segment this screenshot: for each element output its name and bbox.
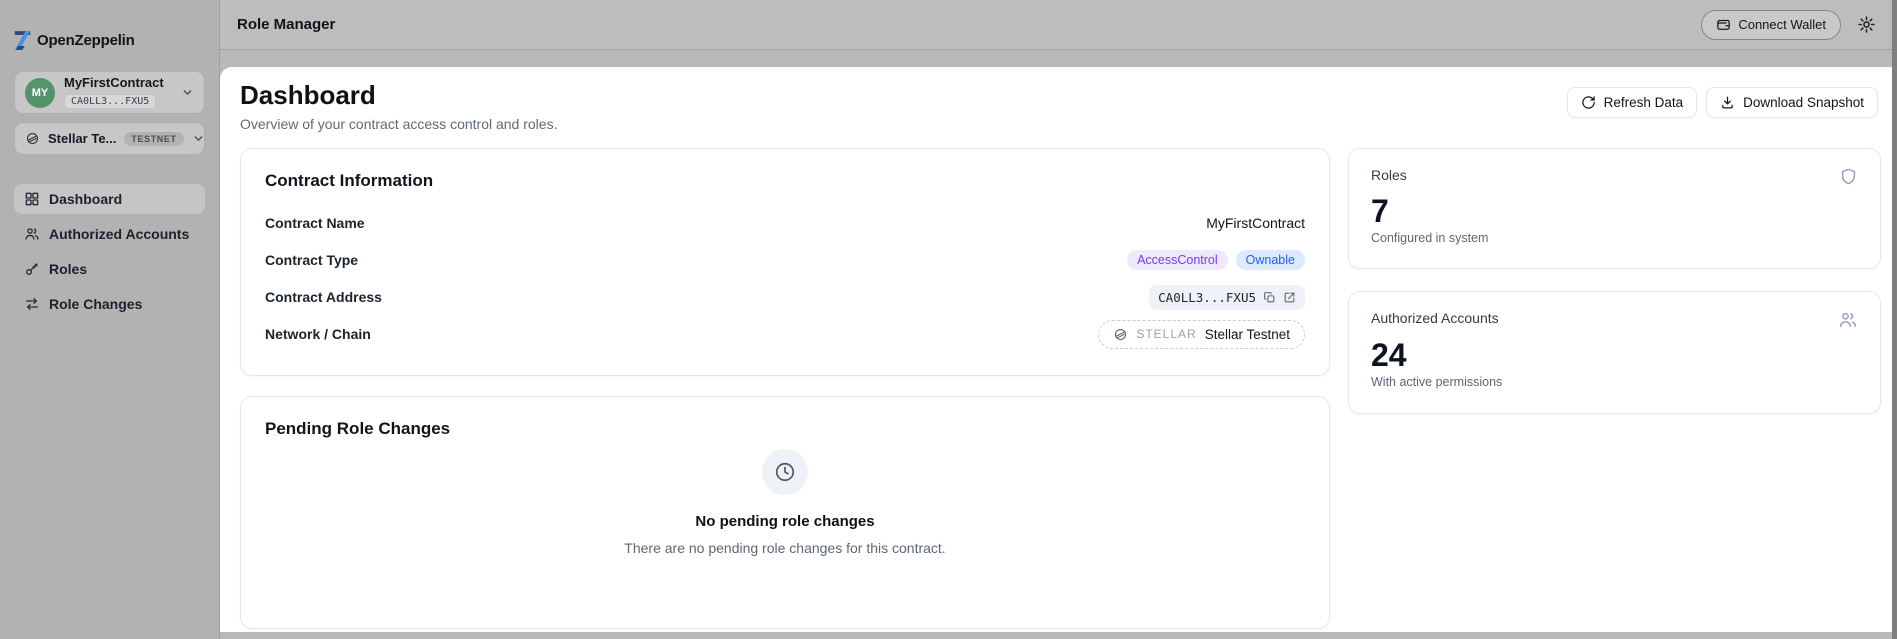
connect-wallet-button[interactable]: Connect Wallet — [1701, 10, 1841, 40]
right-column: Roles 7 Configured in system Authorized … — [1348, 148, 1881, 629]
sidebar-item-authorized-accounts[interactable]: Authorized Accounts — [14, 219, 205, 249]
access-control-badge: AccessControl — [1127, 250, 1228, 270]
accounts-count: 24 — [1371, 339, 1858, 371]
network-selector[interactable]: Stellar Te... TESTNET — [14, 122, 205, 155]
contract-information-card: Contract Information Contract Name MyFir… — [240, 148, 1330, 376]
connect-wallet-label: Connect Wallet — [1738, 17, 1826, 32]
sidebar: OpenZeppelin MY MyFirstContract CA0LL3..… — [0, 0, 220, 639]
testnet-badge: TESTNET — [124, 132, 183, 146]
download-icon — [1720, 95, 1735, 110]
dashboard-content: Contract Information Contract Name MyFir… — [240, 148, 1880, 629]
contract-type-badges: AccessControl Ownable — [1127, 250, 1305, 270]
roles-caption: Configured in system — [1371, 231, 1858, 245]
sidebar-item-label: Dashboard — [49, 191, 122, 207]
sidebar-item-dashboard[interactable]: Dashboard — [14, 184, 205, 214]
contract-address-row: Contract Address CA0LL3...FXU5 — [265, 279, 1305, 316]
contract-selector-name: MyFirstContract — [64, 76, 172, 90]
gear-icon — [1857, 15, 1876, 34]
contract-info-rows: Contract Name MyFirstContract Contract T… — [265, 205, 1305, 353]
clock-icon — [774, 461, 796, 483]
main-panel: Dashboard Overview of your contract acce… — [220, 67, 1892, 632]
contract-name-value: MyFirstContract — [1206, 215, 1305, 231]
page-header: Dashboard Overview of your contract acce… — [240, 81, 1880, 132]
stellar-icon — [1113, 327, 1128, 342]
empty-state-circle — [762, 449, 808, 495]
sidebar-item-label: Roles — [49, 261, 87, 277]
pending-role-changes-title: Pending Role Changes — [265, 419, 1305, 439]
settings-button[interactable] — [1857, 15, 1876, 34]
contract-meta: MyFirstContract CA0LL3...FXU5 — [64, 76, 172, 108]
page-title: Dashboard — [240, 81, 557, 111]
pending-role-changes-card: Pending Role Changes No pending role cha… — [240, 396, 1330, 629]
network-name: Stellar Testnet — [1205, 327, 1290, 342]
open-explorer-button[interactable] — [1283, 291, 1296, 304]
key-icon — [24, 261, 40, 277]
accounts-stat-title: Authorized Accounts — [1371, 310, 1499, 326]
page-subtitle: Overview of your contract access control… — [240, 116, 557, 132]
network-chain-row: Network / Chain STELLAR Stellar Testnet — [265, 316, 1305, 353]
roles-stat-title: Roles — [1371, 167, 1407, 183]
empty-state-title: No pending role changes — [695, 513, 874, 530]
contract-type-label: Contract Type — [265, 252, 358, 268]
swap-arrows-icon — [24, 296, 40, 312]
app-title: Role Manager — [237, 16, 335, 33]
accounts-caption: With active permissions — [1371, 375, 1858, 389]
authorized-accounts-stat-card: Authorized Accounts 24 With active permi… — [1348, 291, 1881, 414]
accounts-stat-head: Authorized Accounts — [1371, 310, 1858, 330]
sidebar-item-label: Authorized Accounts — [49, 226, 189, 242]
chevron-down-icon — [181, 86, 194, 99]
contract-type-row: Contract Type AccessControl Ownable — [265, 242, 1305, 279]
ownable-badge: Ownable — [1236, 250, 1305, 270]
brand-name: OpenZeppelin — [37, 32, 135, 49]
contract-name-label: Contract Name — [265, 215, 365, 231]
sidebar-nav: Dashboard Authorized Accounts Roles Role… — [14, 184, 205, 319]
page-title-block: Dashboard Overview of your contract acce… — [240, 81, 557, 132]
sidebar-item-label: Role Changes — [49, 296, 142, 312]
refresh-icon — [1581, 95, 1596, 110]
roles-stat-head: Roles — [1371, 167, 1858, 186]
copy-address-button[interactable] — [1263, 291, 1276, 304]
users-icon — [24, 226, 40, 242]
top-bar: Role Manager Connect Wallet — [220, 0, 1892, 50]
external-link-icon — [1283, 291, 1296, 304]
topbar-actions: Connect Wallet — [1701, 10, 1876, 40]
copy-icon — [1263, 291, 1276, 304]
left-column: Contract Information Contract Name MyFir… — [240, 148, 1330, 629]
roles-stat-card: Roles 7 Configured in system — [1348, 148, 1881, 269]
dashboard-grid-icon — [24, 191, 40, 207]
sidebar-item-role-changes[interactable]: Role Changes — [14, 289, 205, 319]
brand-logo: OpenZeppelin — [14, 31, 205, 50]
empty-state-text: There are no pending role changes for th… — [624, 538, 945, 558]
contract-selector[interactable]: MY MyFirstContract CA0LL3...FXU5 — [14, 71, 205, 114]
refresh-data-label: Refresh Data — [1604, 95, 1684, 110]
network-chain-label: Network / Chain — [265, 326, 371, 342]
contract-information-title: Contract Information — [265, 171, 1305, 191]
roles-count: 7 — [1371, 195, 1858, 227]
page-actions: Refresh Data Download Snapshot — [1567, 87, 1878, 118]
users-icon — [1838, 310, 1858, 330]
download-snapshot-label: Download Snapshot — [1743, 95, 1864, 110]
shield-icon — [1839, 167, 1858, 186]
contract-selector-address: CA0LL3...FXU5 — [64, 94, 156, 109]
sidebar-item-roles[interactable]: Roles — [14, 254, 205, 284]
wallet-icon — [1716, 17, 1731, 32]
contract-address-pill: CA0LL3...FXU5 — [1149, 285, 1305, 310]
contract-address-value: CA0LL3...FXU5 — [1158, 290, 1256, 305]
window-scrollbar[interactable] — [1892, 0, 1897, 639]
contract-avatar: MY — [25, 78, 55, 108]
pending-empty-state: No pending role changes There are no pen… — [265, 449, 1305, 558]
contract-address-label: Contract Address — [265, 289, 382, 305]
download-snapshot-button[interactable]: Download Snapshot — [1706, 87, 1878, 118]
network-selector-name: Stellar Te... — [48, 131, 116, 146]
network-pill[interactable]: STELLAR Stellar Testnet — [1098, 320, 1305, 349]
chevron-down-icon — [192, 132, 205, 145]
openzeppelin-logo-icon — [14, 31, 31, 50]
network-prefix: STELLAR — [1136, 327, 1196, 341]
stellar-icon — [25, 131, 40, 146]
refresh-data-button[interactable]: Refresh Data — [1567, 87, 1698, 118]
contract-name-row: Contract Name MyFirstContract — [265, 205, 1305, 242]
